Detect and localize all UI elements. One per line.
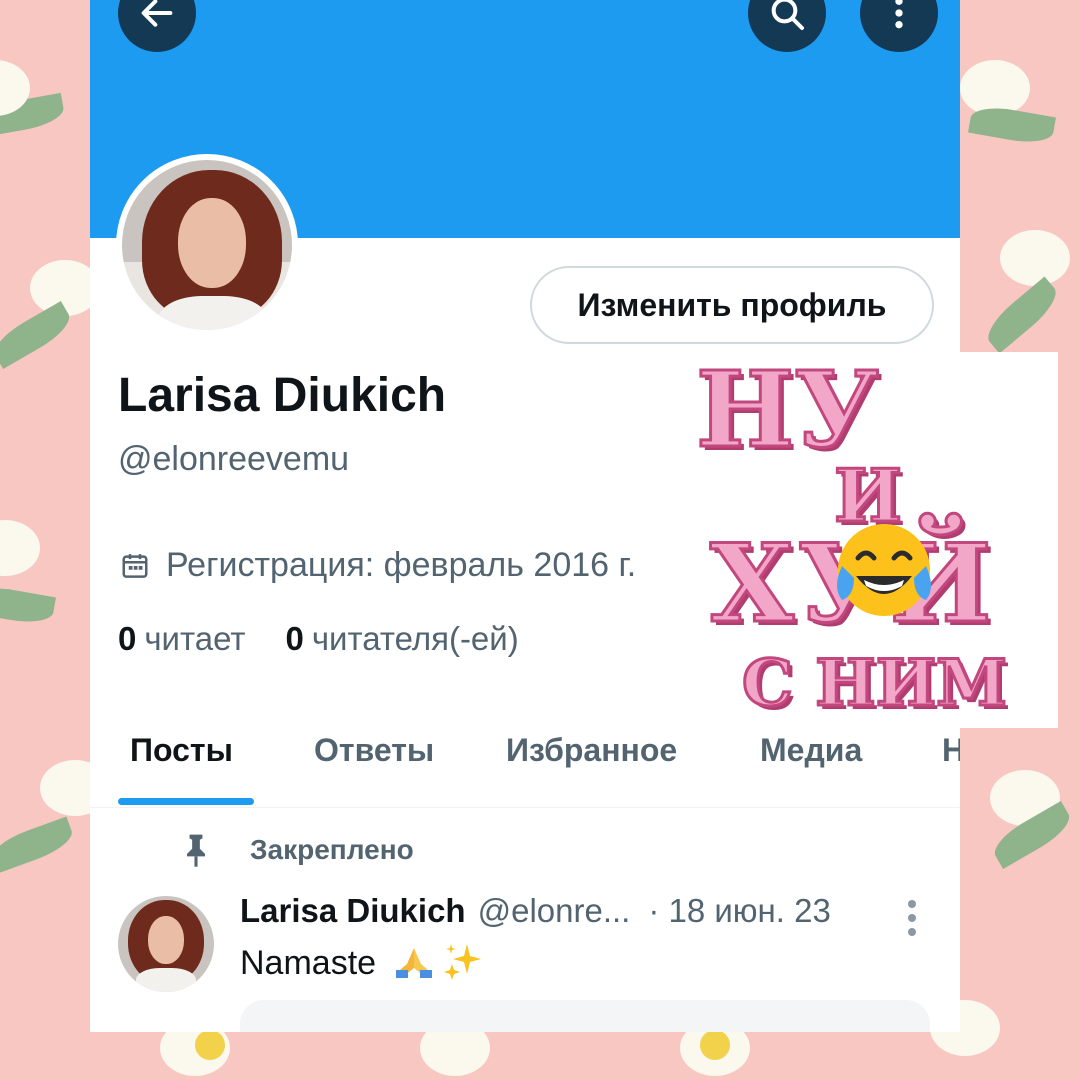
- profile-joined-date: Регистрация: февраль 2016 г.: [120, 546, 636, 585]
- tab-media[interactable]: Медиа: [760, 732, 862, 769]
- follow-stats: 0 читает 0 читателя(-ей): [118, 620, 519, 658]
- following-label: читает: [144, 620, 246, 657]
- profile-handle: @elonreevemu: [118, 440, 350, 478]
- followers-label: читателя(-ей): [311, 620, 519, 657]
- post-date[interactable]: · 18 июн. 23: [648, 892, 830, 930]
- face-with-tears-of-joy-icon: [837, 524, 931, 616]
- back-arrow-icon: [141, 0, 173, 27]
- following-link[interactable]: 0 читает: [118, 620, 245, 658]
- joined-text: Регистрация: февраль 2016 г.: [166, 546, 637, 584]
- post-more-icon[interactable]: [902, 898, 922, 938]
- pinned-text: Закреплено: [250, 834, 414, 865]
- post-author-avatar[interactable]: [118, 896, 214, 992]
- tab-highlights[interactable]: Н: [942, 732, 960, 769]
- edit-profile-button[interactable]: Изменить профиль: [530, 266, 934, 344]
- sticker-line-4: С НИМ: [741, 646, 1009, 721]
- tab-replies[interactable]: Ответы: [314, 732, 434, 769]
- active-tab-indicator: [118, 798, 254, 805]
- folded-hands-icon: [395, 948, 432, 978]
- following-count: 0: [118, 620, 137, 657]
- post-text: Namaste: [240, 944, 377, 982]
- sticker-line-1: НУ: [695, 348, 881, 471]
- tab-posts[interactable]: Посты: [130, 732, 233, 769]
- post-author-name[interactable]: Larisa Diukich: [240, 892, 466, 930]
- profile-display-name: Larisa Diukich: [118, 369, 447, 422]
- pinned-label: Закреплено: [180, 832, 414, 868]
- text-sticker: НУ И ХУЙ С НИМ: [678, 352, 1058, 728]
- profile-avatar[interactable]: [116, 154, 298, 336]
- followers-link[interactable]: 0 читателя(-ей): [285, 620, 518, 658]
- post-author-handle[interactable]: @elonre...: [478, 892, 631, 930]
- search-icon: [771, 0, 804, 30]
- more-vertical-icon: [895, 0, 903, 29]
- sparkles-icon: [443, 944, 481, 980]
- post-body: Namaste: [240, 942, 483, 983]
- post-header: Larisa Diukich @elonre... · 18 июн. 23: [240, 892, 831, 930]
- post-media[interactable]: [240, 1000, 930, 1032]
- calendar-icon: [122, 553, 148, 578]
- tab-likes[interactable]: Избранное: [506, 732, 677, 769]
- followers-count: 0: [285, 620, 304, 657]
- pin-icon: [187, 834, 205, 867]
